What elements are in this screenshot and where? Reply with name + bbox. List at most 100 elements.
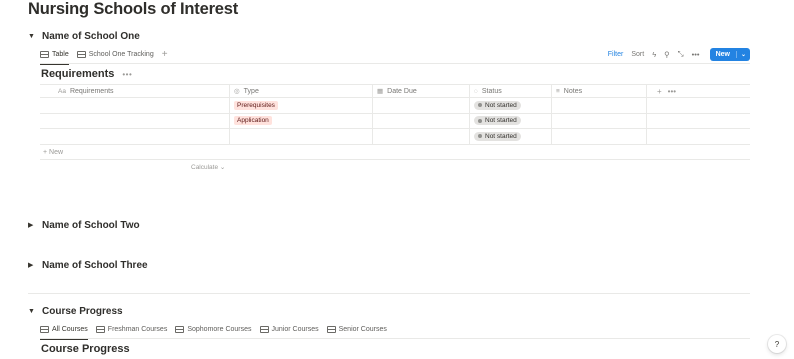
cell-empty xyxy=(647,98,750,113)
cell-empty xyxy=(647,114,750,129)
chevron-down-icon[interactable]: ⌄ xyxy=(735,50,750,58)
database-title: Requirements ••• xyxy=(41,68,132,80)
cell-requirements[interactable] xyxy=(40,113,230,128)
column-header-date-due[interactable]: ▦ Date Due xyxy=(373,85,470,97)
caret-down-icon[interactable]: ▼ xyxy=(28,308,40,315)
cell-status[interactable]: Not started xyxy=(470,129,552,144)
cell-notes[interactable] xyxy=(552,113,647,128)
expand-icon[interactable]: ⤡ xyxy=(678,49,684,59)
page-title: Nursing Schools of Interest xyxy=(28,0,239,18)
tab-label: Sophomore Courses xyxy=(187,325,252,333)
cell-status[interactable]: Not started xyxy=(470,98,552,113)
column-label: Date Due xyxy=(387,87,417,95)
type-tag: Application xyxy=(234,116,272,126)
table-row[interactable]: Application Not started xyxy=(40,113,750,129)
more-icon[interactable]: ••• xyxy=(122,70,132,79)
tab-school-one-tracking[interactable]: School One Tracking xyxy=(76,44,154,64)
table-icon xyxy=(259,325,269,333)
filter-button[interactable]: Filter xyxy=(608,51,624,58)
cell-type[interactable]: Application xyxy=(230,113,373,128)
status-label: Not started xyxy=(485,117,517,125)
notes-icon: ≡ xyxy=(556,87,560,95)
status-icon: ◌ xyxy=(474,87,478,95)
add-column-icon[interactable]: + xyxy=(657,87,662,96)
cell-requirements[interactable] xyxy=(40,98,230,113)
tab-label: School One Tracking xyxy=(88,50,154,58)
lightning-icon[interactable]: ϟ xyxy=(652,50,656,59)
toggle-course-progress[interactable]: ▼ Course Progress xyxy=(28,303,123,319)
database-toolbar: Filter Sort ϟ ⚲ ⤡ ••• New ⌄ xyxy=(600,47,750,61)
column-header-requirements[interactable]: Aa Requirements xyxy=(40,85,230,97)
status-dot-icon xyxy=(478,134,482,139)
tab-table[interactable]: Table xyxy=(40,44,69,65)
more-icon[interactable]: ••• xyxy=(692,50,700,59)
toggle-school-three[interactable]: ▶ Name of School Three xyxy=(28,257,148,273)
tab-freshman-courses[interactable]: Freshman Courses xyxy=(95,319,167,339)
column-header-status[interactable]: ◌ Status xyxy=(470,85,552,97)
caret-right-icon[interactable]: ▶ xyxy=(28,221,40,229)
school-two-heading: Name of School Two xyxy=(42,219,140,231)
status-badge: Not started xyxy=(474,131,521,141)
tab-label: Table xyxy=(52,50,69,58)
school-one-heading: Name of School One xyxy=(42,30,140,42)
calculate-button[interactable]: Calculate ⌄ xyxy=(191,163,225,171)
cell-type[interactable]: Prerequisites xyxy=(230,98,373,113)
table-icon xyxy=(326,325,336,333)
table-icon xyxy=(40,325,49,333)
new-button-label: New xyxy=(715,50,730,58)
tab-divider xyxy=(40,338,750,339)
requirements-table: Aa Requirements ◎ Type ▦ Date Due ◌ Stat… xyxy=(40,84,750,145)
tab-all-courses[interactable]: All Courses xyxy=(40,319,88,340)
status-badge: Not started xyxy=(474,116,521,126)
course-progress-database-title[interactable]: Course Progress xyxy=(41,343,130,355)
table-icon xyxy=(40,50,49,58)
cell-status[interactable]: Not started xyxy=(470,113,552,128)
column-header-notes[interactable]: ≡ Notes xyxy=(552,85,647,97)
school-one-view-tabs: Table School One Tracking + xyxy=(40,44,168,65)
tab-junior-courses[interactable]: Junior Courses xyxy=(259,319,319,339)
cell-type[interactable] xyxy=(230,129,373,144)
cell-notes[interactable] xyxy=(552,129,647,144)
column-label: Notes xyxy=(563,87,583,95)
caret-right-icon[interactable]: ▶ xyxy=(28,261,40,269)
tab-divider xyxy=(40,63,750,64)
text-icon: Aa xyxy=(58,87,66,95)
add-view-icon[interactable]: + xyxy=(162,49,168,60)
cell-requirements[interactable] xyxy=(40,129,230,144)
calculate-label: Calculate xyxy=(191,164,219,171)
table-icon xyxy=(175,325,185,333)
status-label: Not started xyxy=(485,132,517,140)
cell-date-due[interactable] xyxy=(373,98,470,113)
database-title-text[interactable]: Requirements xyxy=(41,68,114,80)
toggle-school-two[interactable]: ▶ Name of School Two xyxy=(28,217,140,233)
sort-button[interactable]: Sort xyxy=(631,51,644,58)
select-icon: ◎ xyxy=(234,88,240,95)
school-three-heading: Name of School Three xyxy=(42,259,148,271)
tab-label: Junior Courses xyxy=(271,325,319,333)
status-badge: Not started xyxy=(474,100,521,110)
more-icon[interactable]: ••• xyxy=(668,87,676,96)
caret-down-icon[interactable]: ▼ xyxy=(28,33,40,40)
column-actions: + ••• xyxy=(647,85,750,97)
type-tag: Prerequisites xyxy=(234,100,278,110)
add-row-button[interactable]: + New xyxy=(40,146,750,160)
new-button[interactable]: New ⌄ xyxy=(709,47,750,61)
toggle-school-one[interactable]: ▼ Name of School One xyxy=(28,28,140,44)
tab-senior-courses[interactable]: Senior Courses xyxy=(326,319,387,339)
course-progress-heading: Course Progress xyxy=(42,305,123,317)
course-progress-view-tabs: All Courses Freshman Courses Sophomore C… xyxy=(40,319,395,340)
cell-date-due[interactable] xyxy=(373,113,470,128)
search-icon[interactable]: ⚲ xyxy=(664,50,670,59)
chevron-down-icon: ⌄ xyxy=(219,164,226,171)
cell-notes[interactable] xyxy=(552,98,647,113)
cell-empty xyxy=(647,129,750,144)
tab-sophomore-courses[interactable]: Sophomore Courses xyxy=(175,319,252,339)
calendar-icon: ▦ xyxy=(377,88,384,95)
cell-date-due[interactable] xyxy=(373,129,470,144)
table-row[interactable]: Prerequisites Not started xyxy=(40,98,750,114)
help-button[interactable]: ? xyxy=(768,335,786,353)
column-label: Type xyxy=(243,87,259,95)
table-icon xyxy=(95,325,105,333)
column-header-type[interactable]: ◎ Type xyxy=(230,85,373,97)
table-row[interactable]: Not started xyxy=(40,129,750,145)
